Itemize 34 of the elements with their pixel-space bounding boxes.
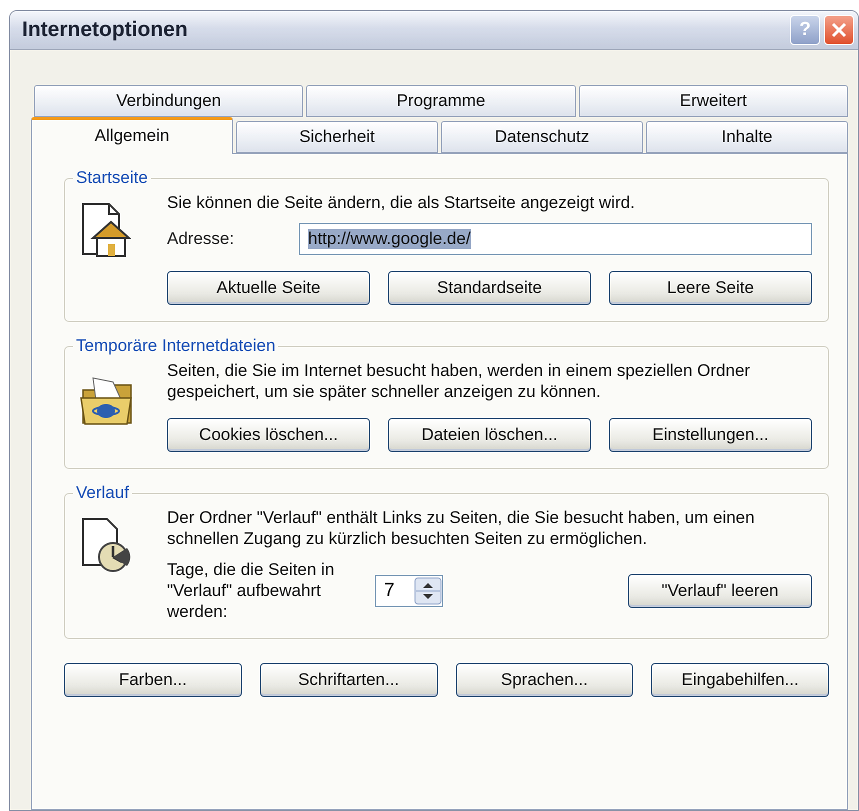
group-title: Temporäre Internetdateien <box>75 336 276 356</box>
tab[interactable]: Programme <box>306 85 576 117</box>
action-button[interactable]: Dateien löschen... <box>388 418 591 452</box>
tab[interactable]: Sicherheit <box>236 121 438 153</box>
description-text: Seiten, die Sie im Internet besucht haben, werden in einem speziellen Ordner gespeichert, um sie später schneller anzeigen zu können. <box>167 360 752 402</box>
action-button[interactable]: Cookies löschen... <box>167 418 370 452</box>
group-title: Startseite <box>75 168 149 188</box>
tab[interactable]: Erweitert <box>578 85 848 117</box>
days-spinner[interactable]: 7 <box>375 574 443 606</box>
action-button[interactable]: Standardseite <box>388 271 591 305</box>
option-button[interactable]: Sprachen... <box>456 663 634 697</box>
group-title: Verlauf <box>75 483 130 503</box>
field-label: Adresse: <box>167 229 236 249</box>
tab[interactable]: Allgemein <box>31 117 233 154</box>
description-text: Sie können die Seite ändern, die als Startseite angezeigt wird. <box>167 192 636 213</box>
description-text: Der Ordner "Verlauf" enthält Links zu Seiten, die Sie besucht haben, um einen schnellen Zugang zu kürzlich besuchten Seiten zu ermöglichen. <box>167 507 756 549</box>
home-page-icon <box>79 202 131 258</box>
tab[interactable]: Verbindungen <box>34 85 304 117</box>
close-icon <box>830 21 848 39</box>
address-value: http://www.google.de/ <box>308 229 471 249</box>
tab[interactable]: Inhalte <box>646 121 848 153</box>
option-button[interactable]: Schriftarten... <box>260 663 438 697</box>
window-title: Internetoptionen <box>22 18 189 42</box>
action-button[interactable]: Leere Seite <box>609 271 812 305</box>
clear-history-button[interactable]: "Verlauf" leeren <box>628 574 812 608</box>
address-field[interactable]: http://www.google.de/ <box>299 223 812 255</box>
option-button[interactable]: Eingabehilfen... <box>651 663 829 697</box>
option-button[interactable]: Farben... <box>64 663 242 697</box>
spin-arrows-icon <box>414 576 442 604</box>
action-button[interactable]: Aktuelle Seite <box>167 271 370 305</box>
tab[interactable]: Datenschutz <box>441 121 643 153</box>
days-label: Tage, die die Seiten in "Verlauf" aufbewahrt werden: <box>167 559 336 622</box>
action-button[interactable]: Einstellungen... <box>609 418 812 452</box>
close-button[interactable] <box>824 15 854 45</box>
